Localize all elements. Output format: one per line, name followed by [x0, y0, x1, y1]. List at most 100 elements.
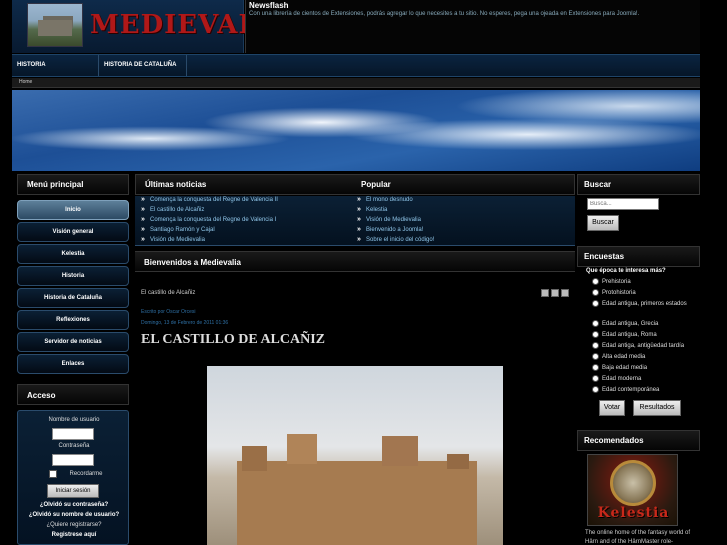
kelestia-banner[interactable]: Kelestia: [587, 454, 678, 526]
newsflash-title: Newsflash: [249, 1, 289, 10]
poll-question: Que época te interesa más?: [586, 268, 666, 274]
castle-photo: [207, 366, 503, 545]
search-input[interactable]: [587, 198, 659, 210]
poll-option[interactable]: Edad antigua, primeros estados: [592, 300, 688, 309]
article-date: Domingo, 13 de Febrero de 2011 01:36: [141, 320, 229, 326]
castle-wall: [237, 461, 477, 545]
menu-item-historia-cataluna[interactable]: Historia de Cataluña: [17, 288, 129, 308]
username-label: Nombre de usuario: [48, 417, 100, 423]
breadcrumb-home[interactable]: Home: [19, 79, 32, 85]
popular-title: Popular: [361, 180, 391, 189]
popular-item[interactable]: Kelestia: [357, 206, 388, 213]
poll-option[interactable]: Edad antigua, Grecia: [592, 320, 658, 327]
kelestia-emblem: [610, 460, 656, 506]
breadcrumb: Home: [12, 78, 700, 88]
poll-option[interactable]: Prehistoria: [592, 278, 631, 285]
poll-option[interactable]: Alta edad media: [592, 353, 645, 360]
poll-title: Encuestas: [584, 252, 625, 261]
menu-item-vision-general[interactable]: Visión general: [17, 222, 129, 242]
latest-item[interactable]: Santiago Ramón y Cajal: [141, 226, 215, 233]
kelestia-logo-text: Kelestia: [597, 505, 670, 521]
menu-item-historia[interactable]: Historia: [17, 266, 129, 286]
poll-option[interactable]: Edad antiga, antigüedad tardía: [592, 342, 684, 349]
latest-item[interactable]: Comença la conquesta del Regne de Valenc…: [141, 196, 278, 203]
password-label: Contraseña: [58, 443, 90, 449]
password-field[interactable]: [52, 454, 94, 466]
radio-icon[interactable]: [592, 331, 599, 338]
article-author: Escrito por Oscar Orcesi: [141, 309, 196, 315]
radio-icon[interactable]: [592, 353, 599, 360]
radio-icon[interactable]: [592, 300, 599, 307]
popular-item[interactable]: Sobre el inicio del código!: [357, 236, 434, 243]
radio-icon[interactable]: [592, 342, 599, 349]
poll-option[interactable]: Edad antigua, Roma: [592, 331, 657, 338]
header-banner: [12, 90, 700, 171]
site-logo[interactable]: MEDIEVALIA: [12, 0, 291, 53]
popular-item[interactable]: Bienvenido a Joomla!: [357, 226, 423, 233]
username-field[interactable]: [52, 428, 94, 440]
nav-item-historia[interactable]: HISTORIA: [12, 55, 99, 76]
article-tools: [541, 289, 571, 299]
radio-icon[interactable]: [592, 375, 599, 382]
login-header: Acceso: [17, 384, 129, 405]
article-subtitle: El castillo de Alcañiz: [141, 290, 196, 296]
radio-icon[interactable]: [592, 364, 599, 371]
menu-item-reflexiones[interactable]: Reflexiones: [17, 310, 129, 330]
login-module: Acceso Nombre de usuario Contraseña Reco…: [17, 384, 129, 545]
recommended-text: The online home of the fantasy world of …: [585, 530, 691, 545]
poll-option[interactable]: Edad contemporánea: [592, 386, 659, 393]
radio-icon[interactable]: [592, 278, 599, 285]
login-title: Acceso: [27, 391, 56, 400]
top-nav: HISTORIA HISTORIA DE CATALUÑA: [12, 54, 700, 77]
news-header: Últimas noticias Popular: [135, 174, 575, 195]
login-button[interactable]: Iniciar sesión: [47, 484, 99, 498]
login-form: Nombre de usuario Contraseña Recordarme …: [17, 410, 129, 545]
newsflash-text: Con una librería de cientos de Extension…: [249, 11, 640, 17]
castle-thumbnail: [27, 3, 83, 47]
popular-item[interactable]: El mono desnudo: [357, 196, 413, 203]
main-menu-header: Menú principal: [17, 174, 129, 195]
vote-button[interactable]: Votar: [599, 400, 625, 416]
poll-option[interactable]: Protohistoria: [592, 289, 636, 296]
popular-item[interactable]: Visión de Medievalia: [357, 216, 421, 223]
news-lists: Comença la conquesta del Regne de Valenc…: [135, 196, 575, 246]
results-button[interactable]: Resultados: [633, 400, 681, 416]
search-button[interactable]: Buscar: [587, 215, 619, 231]
recommended-title: Recomendados: [584, 436, 644, 445]
castle-tower: [447, 454, 469, 469]
latest-item[interactable]: Comença la conquesta del Regne de Valenc…: [141, 216, 276, 223]
castle-tower: [382, 436, 418, 466]
latest-item[interactable]: Visión de Medievalia: [141, 236, 205, 243]
menu-item-enlaces[interactable]: Enlaces: [17, 354, 129, 374]
register-question: ¿Quiere registrarse?: [46, 522, 102, 528]
nav-item-historia-cataluna[interactable]: HISTORIA DE CATALUÑA: [99, 55, 187, 76]
radio-icon[interactable]: [592, 289, 599, 296]
right-gutter: [701, 0, 727, 545]
search-title: Buscar: [584, 180, 612, 189]
forgot-username-link[interactable]: ¿Olvidó su nombre de usuario?: [18, 512, 130, 518]
poll-option[interactable]: Baja edad media: [592, 364, 647, 371]
newsflash: Newsflash Con una librería de cientos de…: [245, 0, 700, 53]
latest-news-title: Últimas noticias: [145, 180, 207, 189]
recommended-header: Recomendados: [577, 430, 700, 451]
remember-label: Recordarme: [69, 471, 103, 477]
radio-icon[interactable]: [592, 320, 599, 327]
main-menu-title: Menú principal: [27, 180, 84, 189]
menu-item-servidor-noticias[interactable]: Servidor de noticias: [17, 332, 129, 352]
poll-header: Encuestas: [577, 246, 700, 267]
radio-icon[interactable]: [592, 386, 599, 393]
menu-item-kelestia[interactable]: Kelestia: [17, 244, 129, 264]
poll-option[interactable]: Edad moderna: [592, 375, 641, 382]
latest-item[interactable]: El castillo de Alcañiz: [141, 206, 204, 213]
pdf-icon[interactable]: [541, 289, 549, 297]
print-icon[interactable]: [551, 289, 559, 297]
article-title: EL CASTILLO DE ALCAÑIZ: [141, 332, 326, 347]
castle-tower: [242, 446, 267, 471]
welcome-header: Bienvenidos a Medievalia: [135, 251, 575, 272]
search-header: Buscar: [577, 174, 700, 195]
email-icon[interactable]: [561, 289, 569, 297]
welcome-title: Bienvenidos a Medievalia: [144, 258, 241, 267]
forgot-password-link[interactable]: ¿Olvidó su contraseña?: [18, 502, 130, 508]
register-link[interactable]: Registrese aquí: [18, 532, 130, 538]
menu-item-inicio[interactable]: Inicio: [17, 200, 129, 220]
